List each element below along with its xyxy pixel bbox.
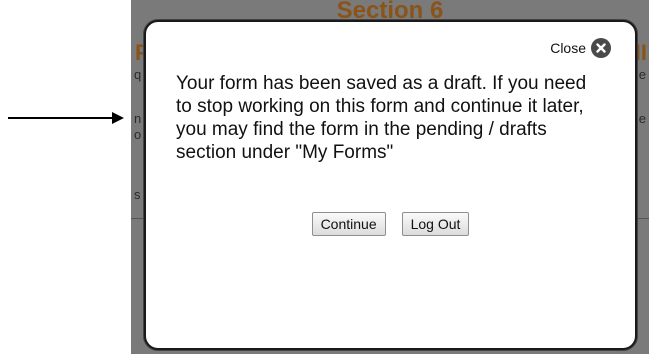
background-text-fragment: o [134,127,142,142]
log-out-button[interactable]: Log Out [401,212,470,236]
background-text-fragment: n [134,111,142,126]
background-text-fragment: e [638,111,646,126]
draft-saved-dialog: Close Your form has been saved as a draf… [144,20,637,350]
screen: Section 6 F II q n o s e e Close Your fo… [0,0,649,354]
background-text-fragment: q [134,67,142,82]
dialog-actions: Continue Log Out [146,212,635,236]
continue-button[interactable]: Continue [311,212,386,236]
close-button[interactable]: Close [550,38,611,58]
dialog-message: Your form has been saved as a draft. If … [176,73,587,163]
close-icon[interactable] [591,38,611,58]
background-text-fragment: s [134,187,141,202]
background-text-fragment: e [638,67,646,82]
close-label: Close [550,40,586,56]
arrow-right-icon [8,112,124,124]
